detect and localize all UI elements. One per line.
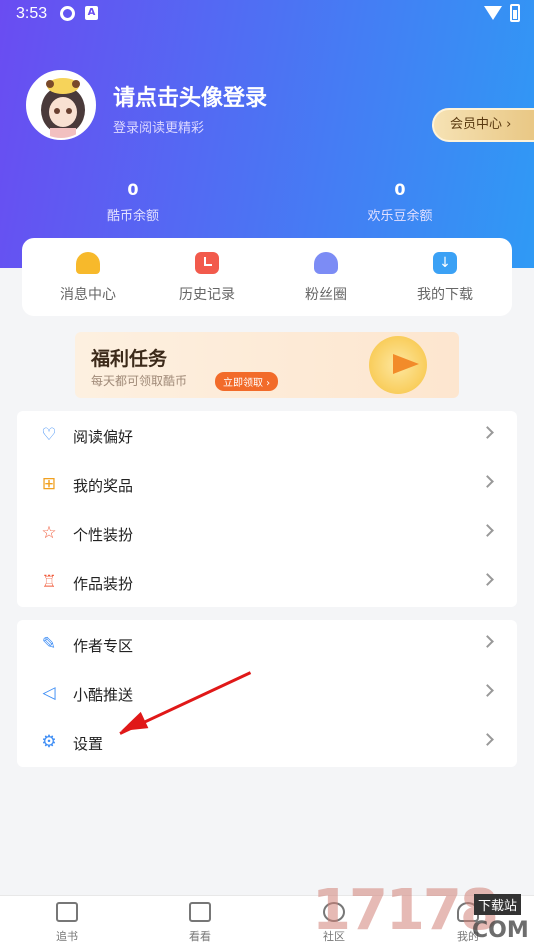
pen-icon: ✎ (41, 634, 57, 654)
star-icon: ☆ (41, 523, 57, 543)
menu-item-reading-preference[interactable]: ♡ 阅读偏好 (17, 411, 517, 460)
site-watermark: 17178 下载站 COM (312, 878, 534, 950)
menu-item-my-prizes[interactable]: ⊞ 我的奖品 (17, 460, 517, 509)
menu-item-label: 我的奖品 (73, 477, 134, 495)
login-title[interactable]: 请点击头像登录 (113, 80, 267, 112)
login-subtitle: 登录阅读更精彩 (113, 121, 205, 136)
tab-browse[interactable]: 看看 (160, 902, 240, 944)
tab-label: 看看 (189, 930, 211, 943)
chevron-right-icon (481, 733, 494, 746)
heart-icon: ♡ (41, 425, 57, 445)
bell-icon (76, 252, 100, 274)
watermark-text: 下载站 (474, 894, 522, 915)
quick-item-label: 粉丝圈 (305, 287, 347, 303)
sync-icon (60, 6, 75, 21)
menu-item-label: 作品装扮 (73, 575, 134, 593)
menu-item-label: 阅读偏好 (73, 428, 134, 446)
chevron-right-icon (481, 573, 494, 586)
tab-bookshelf[interactable]: 追书 (27, 902, 107, 944)
quick-item-label: 我的下载 (417, 287, 473, 303)
menu-item-work-dressup[interactable]: ♖ 作品装扮 (17, 558, 517, 607)
wifi-icon (484, 6, 502, 20)
gift-icon: ⊞ (41, 474, 57, 494)
quick-item-label: 消息中心 (60, 287, 116, 303)
megaphone-icon (369, 336, 427, 394)
avatar[interactable] (26, 70, 96, 140)
gear-icon: ⚙ (41, 732, 57, 752)
quick-item-messages[interactable]: 消息中心 (38, 252, 138, 304)
book-icon (56, 902, 78, 922)
clock-icon (195, 252, 219, 274)
watermark-number: 17178 (312, 878, 499, 943)
menu-group-1: ♡ 阅读偏好 ⊞ 我的奖品 ☆ 个性装扮 ♖ 作品装扮 (17, 411, 517, 607)
chevron-right-icon (481, 684, 494, 697)
menu-item-label: 个性装扮 (73, 526, 134, 544)
speaker-icon: ◁ (42, 683, 56, 703)
menu-item-settings[interactable]: ⚙ 设置 (17, 718, 517, 767)
coin-balance-value: 0 (127, 180, 139, 199)
bean-balance-label: 欢乐豆余额 (367, 209, 433, 224)
vip-center-button[interactable]: 会员中心 › (432, 108, 534, 142)
menu-item-push[interactable]: ◁ 小酷推送 (17, 669, 517, 718)
chevron-right-icon (481, 524, 494, 537)
menu-item-label: 作者专区 (73, 637, 134, 655)
menu-item-label: 设置 (73, 735, 104, 753)
watermark-domain: COM (472, 918, 529, 943)
fans-icon (314, 252, 338, 274)
tab-label: 追书 (56, 930, 78, 943)
status-bar: 3:53 A (0, 0, 534, 30)
home-icon (189, 902, 211, 922)
quick-item-downloads[interactable]: 我的下载 (395, 252, 495, 304)
banner-title: 福利任务 (91, 348, 168, 370)
notification-icon: A (85, 6, 98, 20)
shirt-icon: ♖ (41, 572, 57, 592)
coin-balance[interactable]: 0 酷币余额 (53, 180, 213, 224)
download-icon (433, 252, 457, 274)
claim-button[interactable]: 立即领取 › (215, 372, 279, 391)
quick-actions-card: 消息中心 历史记录 粉丝圈 我的下载 (22, 238, 512, 316)
quick-item-history[interactable]: 历史记录 (157, 252, 257, 304)
menu-item-author-zone[interactable]: ✎ 作者专区 (17, 620, 517, 669)
menu-item-label: 小酷推送 (73, 686, 134, 704)
banner-subtitle: 每天都可领取酷币 (91, 374, 188, 388)
chevron-right-icon (481, 426, 494, 439)
chevron-right-icon (481, 475, 494, 488)
menu-item-personal-dressup[interactable]: ☆ 个性装扮 (17, 509, 517, 558)
bean-balance-value: 0 (394, 180, 406, 199)
status-time: 3:53 (16, 5, 48, 22)
quick-item-fans[interactable]: 粉丝圈 (276, 252, 376, 304)
quick-item-label: 历史记录 (179, 287, 235, 303)
menu-group-2: ✎ 作者专区 ◁ 小酷推送 ⚙ 设置 (17, 620, 517, 767)
coin-balance-label: 酷币余额 (106, 209, 159, 224)
welfare-banner[interactable]: 福利任务 每天都可领取酷币 立即领取 › (75, 332, 459, 398)
battery-icon (510, 4, 520, 22)
bean-balance[interactable]: 0 欢乐豆余额 (320, 180, 480, 224)
chevron-right-icon (481, 635, 494, 648)
